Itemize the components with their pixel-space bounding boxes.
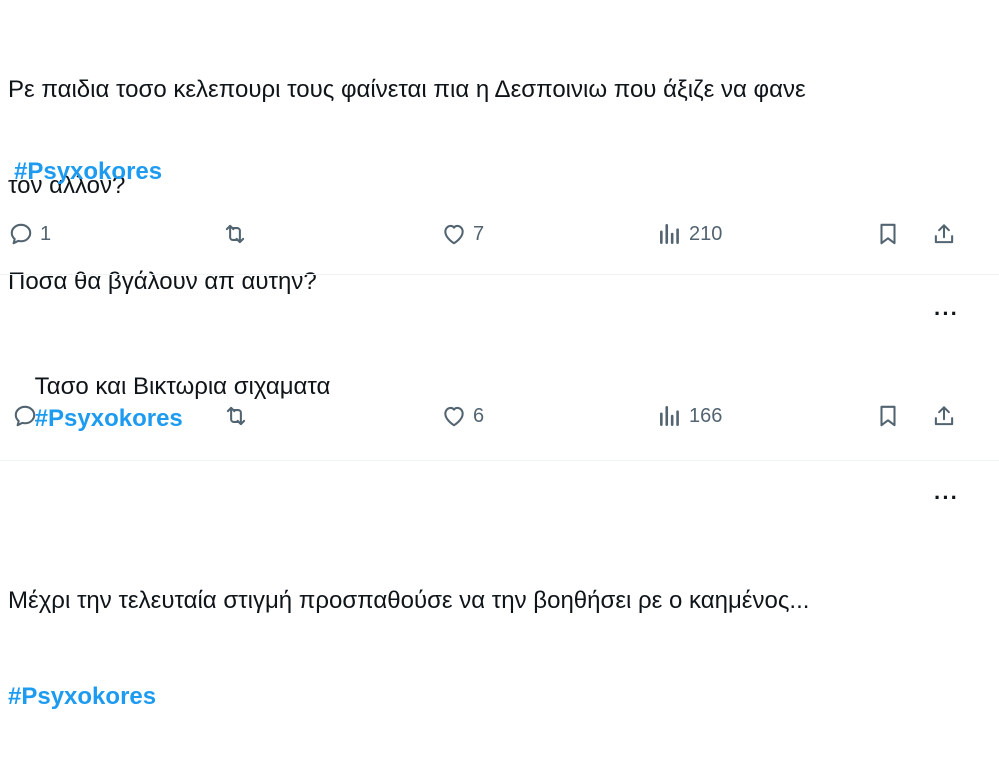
share-button[interactable]: [931, 219, 957, 249]
views-icon: [660, 224, 679, 244]
retweet-button[interactable]: [223, 401, 249, 431]
retweet-button[interactable]: [222, 219, 248, 249]
reply-icon: [10, 223, 32, 245]
share-button[interactable]: [931, 401, 957, 431]
tweet-3: ··· Μέχρι την τελευταία στιγμή προσπαθού…: [0, 461, 999, 710]
more-options-icon[interactable]: ···: [934, 485, 959, 511]
like-button[interactable]: 6: [441, 401, 484, 431]
like-count: 6: [473, 404, 485, 427]
like-button[interactable]: 7: [441, 219, 484, 249]
action-bar: 1 7 210: [0, 219, 999, 249]
share-icon: [934, 224, 954, 244]
reply-icon: [14, 405, 36, 427]
views-count: 166: [689, 404, 723, 427]
reply-count: 1: [40, 222, 52, 245]
more-options-icon[interactable]: ···: [934, 301, 959, 327]
hashtag-link[interactable]: #Psyxokores: [8, 681, 809, 713]
views-icon: [660, 406, 679, 426]
tweet-text-body: Τασο και Βικτωρια σιχαματα: [34, 373, 331, 400]
views-count: 210: [689, 222, 723, 245]
like-count: 7: [473, 222, 485, 245]
bookmark-icon: [880, 405, 896, 427]
retweet-icon: [226, 406, 246, 426]
reply-button[interactable]: [12, 401, 44, 431]
bookmark-icon: [880, 223, 896, 245]
tweet-1: Ρε παιδια τοσο κελεπουρι τους φαίνεται π…: [0, 0, 999, 295]
tweet-text: Μέχρι την τελευταία στιγμή προσπαθούσε ν…: [8, 521, 809, 777]
share-icon: [934, 406, 954, 426]
tweet-2: ··· Τασο και Βικτωρια σιχαματα #Psyxokor…: [0, 275, 999, 460]
reply-button[interactable]: 1: [8, 219, 51, 249]
action-bar: 6 166: [0, 401, 999, 431]
views-button[interactable]: 166: [657, 401, 722, 431]
bookmark-button[interactable]: [875, 219, 901, 249]
bookmark-button[interactable]: [875, 401, 901, 431]
heart-icon: [444, 406, 464, 427]
hashtag-link[interactable]: #Psyxokores: [14, 156, 162, 188]
heart-icon: [444, 224, 464, 245]
views-button[interactable]: 210: [657, 219, 722, 249]
retweet-icon: [225, 224, 245, 244]
tweet-text-line: Ρε παιδια τοσο κελεπουρι τους φαίνεται π…: [8, 76, 806, 103]
